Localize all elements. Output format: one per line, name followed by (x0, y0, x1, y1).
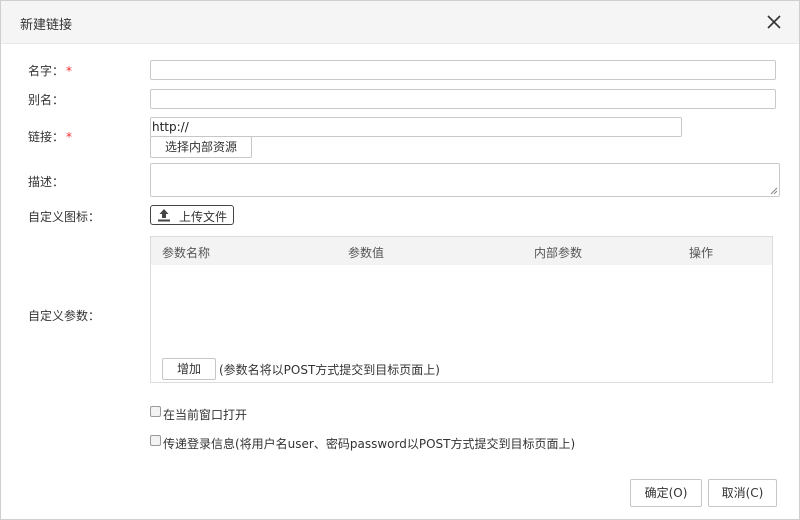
param-note: (参数名将以POST方式提交到目标页面上) (219, 363, 440, 377)
dialog-title: 新建链接 (20, 18, 73, 33)
dialog-header: 新建链接 (1, 1, 799, 44)
open-in-current-window-checkbox[interactable] (150, 406, 161, 417)
pass-login-info-checkbox[interactable] (150, 435, 161, 446)
cancel-button[interactable]: 取消(C) (708, 479, 777, 507)
pass-login-info-label: 传递登录信息(将用户名user、密码password以POST方式提交到目标页面… (163, 437, 576, 451)
add-param-button[interactable]: 增加 (162, 358, 216, 380)
column-header: 内部参数 (534, 246, 583, 260)
name-input[interactable] (150, 60, 776, 80)
alias-label: 别名： (28, 93, 65, 107)
required-mark: * (66, 130, 73, 144)
alias-input[interactable] (150, 89, 776, 109)
open-in-current-window-label: 在当前窗口打开 (163, 408, 248, 422)
select-internal-resource-button[interactable]: 选择内部资源 (150, 136, 252, 158)
column-header: 参数名称 (162, 246, 211, 260)
link-input[interactable]: http:// (150, 117, 682, 137)
description-textarea[interactable] (150, 163, 780, 197)
upload-icon (158, 209, 170, 222)
upload-file-label: 上传文件 (179, 210, 228, 224)
name-label: 名字： * (28, 64, 73, 78)
upload-file-button[interactable]: 上传文件 (150, 205, 234, 225)
resize-grip-icon[interactable] (769, 186, 778, 195)
custom-icon-label: 自定义图标： (28, 210, 101, 224)
close-icon[interactable] (763, 11, 785, 33)
link-label: 链接： * (28, 130, 73, 144)
custom-params-label: 自定义参数： (28, 309, 101, 323)
required-mark: * (66, 64, 73, 78)
param-table: 参数名称 参数值 内部参数 操作 增加 (参数名将以POST方式提交到目标页面上… (150, 236, 773, 383)
param-table-header: 参数名称 参数值 内部参数 操作 (151, 237, 772, 265)
ok-button[interactable]: 确定(O) (630, 479, 702, 507)
column-header: 参数值 (348, 246, 385, 260)
description-label: 描述： (28, 175, 65, 189)
column-header: 操作 (689, 246, 714, 260)
new-link-dialog: 新建链接 名字： * 别名： 链接： * http:// 选择内部资源 描述： 自定… (0, 0, 800, 520)
